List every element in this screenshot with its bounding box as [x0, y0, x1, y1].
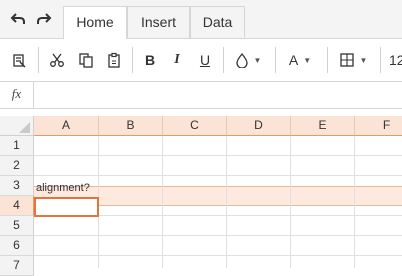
chevron-down-icon: ▼ — [303, 55, 312, 65]
formula-bar: fx — [0, 82, 402, 109]
cut-icon[interactable] — [48, 51, 66, 69]
ribbon-toolbar: B I U ▼ A ▼ ▼ 12 — [0, 39, 402, 82]
toolbar-separator — [327, 47, 328, 73]
column-header-b[interactable]: B — [99, 116, 163, 136]
formula-input[interactable] — [35, 82, 402, 108]
grid-line — [290, 136, 291, 268]
underline-button[interactable]: U — [196, 51, 214, 69]
row-header-2[interactable]: 2 — [0, 156, 34, 176]
tab-data[interactable]: Data — [190, 6, 245, 38]
select-all-corner[interactable] — [0, 116, 34, 136]
toolbar-separator — [380, 47, 381, 73]
column-header-c[interactable]: C — [163, 116, 227, 136]
copy-icon[interactable] — [77, 51, 95, 69]
column-header-d[interactable]: D — [227, 116, 291, 136]
row-header-7[interactable]: 7 — [0, 256, 34, 276]
chevron-down-icon: ▼ — [253, 55, 262, 65]
column-header-e[interactable]: E — [291, 116, 355, 136]
fill-color-dropdown[interactable]: ▼ — [232, 51, 264, 69]
grid-line — [34, 255, 402, 256]
row-header-1[interactable]: 1 — [0, 136, 34, 156]
column-header-a[interactable]: A — [34, 116, 99, 136]
spreadsheet-grid: A B C D E F 1 2 3 4 5 6 7 alignment? — [0, 116, 402, 276]
clear-format-icon[interactable] — [10, 51, 28, 69]
font-size-select[interactable]: 12 — [389, 51, 402, 69]
row-header-3[interactable]: 3 — [0, 176, 34, 196]
fx-label: fx — [0, 82, 34, 108]
paste-icon[interactable] — [105, 51, 123, 69]
tab-home[interactable]: Home — [63, 6, 127, 39]
grid-line — [162, 136, 163, 268]
tab-insert[interactable]: Insert — [127, 6, 190, 38]
font-color-dropdown[interactable]: A ▼ — [284, 51, 316, 69]
font-color-label: A — [288, 52, 299, 68]
column-header-f[interactable]: F — [355, 116, 402, 136]
italic-button[interactable]: I — [168, 51, 186, 69]
grid-line — [34, 155, 402, 156]
chevron-down-icon: ▼ — [359, 55, 368, 65]
grid-line — [226, 136, 227, 268]
fill-color-icon — [235, 52, 249, 68]
grid-line — [34, 175, 402, 176]
active-cell-a4[interactable] — [34, 197, 99, 217]
bold-button[interactable]: B — [141, 51, 159, 69]
toolbar-separator — [223, 47, 224, 73]
redo-icon[interactable] — [36, 11, 52, 27]
borders-icon — [339, 52, 355, 68]
toolbar-separator — [275, 47, 276, 73]
row-header-6[interactable]: 6 — [0, 236, 34, 256]
row-header-5[interactable]: 5 — [0, 216, 34, 236]
borders-dropdown[interactable]: ▼ — [336, 51, 370, 69]
undo-icon[interactable] — [10, 11, 26, 27]
row-header-4[interactable]: 4 — [0, 196, 34, 216]
grid-line — [34, 235, 402, 236]
cell-a3[interactable]: alignment? — [36, 178, 90, 198]
ribbon-tab-bar: Home Insert Data — [0, 0, 402, 39]
toolbar-separator — [38, 47, 39, 73]
toolbar-separator — [132, 47, 133, 73]
grid-line — [354, 136, 355, 268]
